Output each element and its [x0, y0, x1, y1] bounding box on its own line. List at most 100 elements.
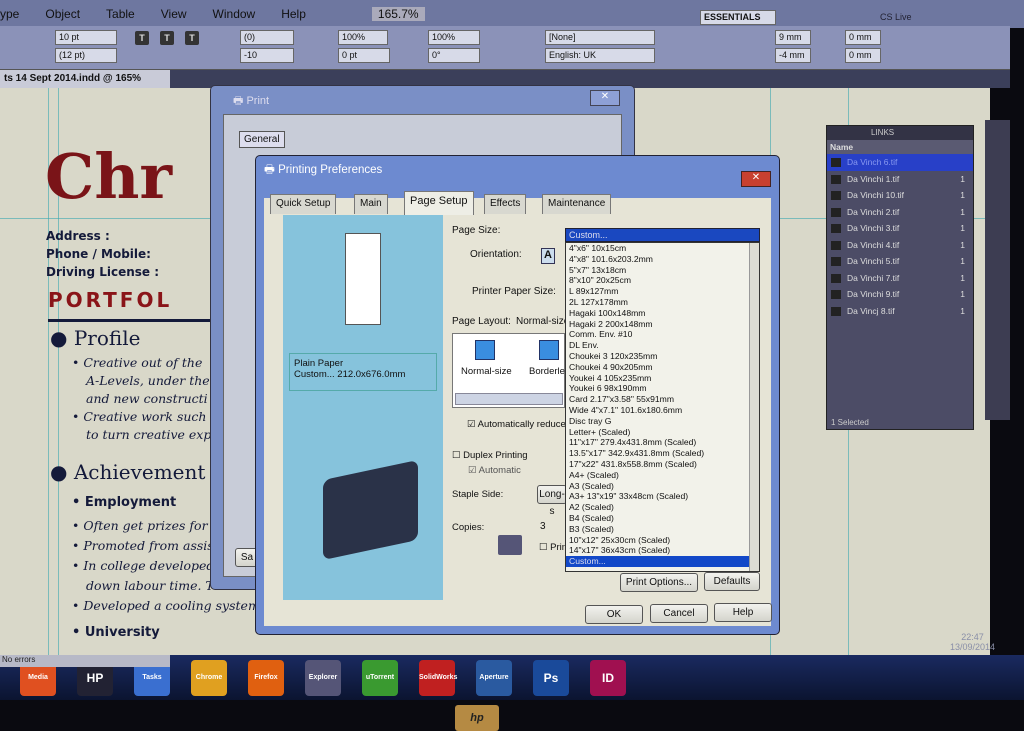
page-size-option[interactable]: Youkei 6 98x190mm [566, 383, 759, 394]
auto-reduce-checkbox[interactable]: ☑ Automatically reduce [467, 419, 566, 430]
workspace-switcher[interactable]: ESSENTIALS [700, 10, 776, 25]
link-row[interactable]: Da Vinch 6.tif [827, 154, 973, 171]
tracking-field[interactable]: -10 [240, 48, 294, 63]
skew-field[interactable]: 0° [428, 48, 480, 63]
links-name-header[interactable]: Name [827, 140, 973, 154]
page-size-option[interactable]: Card 2.17"x3.58" 55x91mm [566, 394, 759, 405]
page-size-option[interactable]: A4+ (Scaled) [566, 470, 759, 481]
portrait-icon[interactable]: A [541, 248, 555, 264]
page-size-option[interactable]: 13.5"x17" 342.9x431.8mm (Scaled) [566, 448, 759, 459]
menu-view[interactable]: View [161, 7, 187, 21]
page-size-option[interactable]: 17"x22" 431.8x558.8mm (Scaled) [566, 459, 759, 470]
tab-quick-setup[interactable]: Quick Setup [270, 194, 337, 214]
preflight-status[interactable]: No errors [0, 655, 170, 667]
page-size-option[interactable]: Letter+ (Scaled) [566, 427, 759, 438]
layout-option-normal[interactable]: Normal-size [461, 366, 512, 377]
page-size-option[interactable]: 14"x17" 36x43cm (Scaled) [566, 545, 759, 556]
page-size-option[interactable]: Hagaki 100x148mm [566, 308, 759, 319]
dropdown-scrollbar[interactable] [749, 243, 759, 571]
link-row[interactable]: Da Vinchi 4.tif 1 [827, 237, 973, 254]
page-size-option[interactable]: Custom... [566, 556, 759, 567]
page-size-select[interactable]: Custom... [565, 228, 760, 242]
taskbar-app-id[interactable]: ID [590, 660, 626, 696]
tab-effects[interactable]: Effects [484, 194, 527, 214]
page-size-option[interactable]: Choukei 4 90x205mm [566, 362, 759, 373]
page-size-option[interactable]: 2L 127x178mm [566, 297, 759, 308]
horizontal-scale-field[interactable]: 100% [428, 30, 480, 45]
page-size-option[interactable]: Disc tray G [566, 416, 759, 427]
system-clock[interactable]: 22:47 13/09/2014 [950, 632, 995, 652]
link-row[interactable]: Da Vinchi 10.tif 1 [827, 187, 973, 204]
page-size-option[interactable]: Wide 4"x7.1" 101.6x180.6mm [566, 405, 759, 416]
close-icon[interactable]: ✕ [590, 90, 620, 106]
page-size-option[interactable]: DL Env. [566, 340, 759, 351]
menu-object[interactable]: Object [45, 7, 80, 21]
page-size-option[interactable]: Hagaki 2 200x148mm [566, 319, 759, 330]
taskbar-app-chrome[interactable]: Chrome [191, 660, 227, 696]
baseline-shift-field[interactable]: 0 pt [338, 48, 390, 63]
page-size-option[interactable]: L 89x127mm [566, 286, 759, 297]
page-size-option[interactable]: A3+ 13"x19" 33x48cm (Scaled) [566, 491, 759, 502]
link-row[interactable]: Da Vinchi 5.tif 1 [827, 253, 973, 270]
staple-side-select[interactable]: Long-s [537, 485, 567, 517]
page-size-option[interactable]: Youkei 4 105x235mm [566, 373, 759, 384]
layout-scrollbar[interactable] [455, 393, 563, 405]
page-size-option[interactable]: 11"x17" 279.4x431.8mm (Scaled) [566, 437, 759, 448]
links-tab[interactable]: LINKS [827, 126, 973, 140]
menu-window[interactable]: Window [213, 7, 256, 21]
document-tab[interactable]: ts 14 Sept 2014.indd @ 165% [0, 70, 170, 88]
normal-size-icon[interactable] [475, 340, 495, 360]
menu-help[interactable]: Help [281, 7, 306, 21]
tab-general[interactable]: General [239, 131, 285, 148]
vertical-scale-field[interactable]: 100% [338, 30, 388, 45]
font-size-field[interactable]: 10 pt [55, 30, 117, 45]
underline-icon[interactable]: T [185, 31, 199, 45]
menu-type[interactable]: ype [0, 7, 19, 21]
leading-field[interactable]: (12 pt) [55, 48, 117, 63]
first-line-indent-field[interactable]: -4 mm [775, 48, 811, 63]
close-icon[interactable]: ✕ [741, 171, 771, 187]
taskbar-app-solidworks[interactable]: SolidWorks [419, 660, 457, 696]
tab-main[interactable]: Main [354, 194, 388, 214]
space-before-field[interactable]: 0 mm [845, 30, 881, 45]
taskbar-app-aperture[interactable]: Aperture [476, 660, 512, 696]
tab-page-setup[interactable]: Page Setup [404, 191, 474, 215]
superscript-icon[interactable]: T [160, 31, 174, 45]
link-row[interactable]: Da Vinchi 1.tif 1 [827, 171, 973, 188]
taskbar-app-ps[interactable]: Ps [533, 660, 569, 696]
page-size-option[interactable]: Comm. Env. #10 [566, 329, 759, 340]
page-size-option[interactable]: A3 (Scaled) [566, 481, 759, 492]
page-size-option[interactable]: 4"x6" 10x15cm [566, 243, 759, 254]
link-row[interactable]: Da Vinchi 7.tif 1 [827, 270, 973, 287]
taskbar-app-utorrent[interactable]: uTorrent [362, 660, 398, 696]
link-row[interactable]: Da Vincj 8.tif 1 [827, 303, 973, 320]
taskbar-app-firefox[interactable]: Firefox [248, 660, 284, 696]
character-style-field[interactable]: [None] [545, 30, 655, 45]
page-size-option[interactable]: B3 (Scaled) [566, 524, 759, 535]
left-indent-field[interactable]: 9 mm [775, 30, 811, 45]
print-options-button[interactable]: Print Options... [620, 573, 698, 592]
borderless-icon[interactable] [539, 340, 559, 360]
menu-table[interactable]: Table [106, 7, 135, 21]
space-after-field[interactable]: 0 mm [845, 48, 881, 63]
automatic-checkbox[interactable]: ☑ Automatic [468, 465, 521, 476]
page-size-option[interactable]: A2 (Scaled) [566, 502, 759, 513]
link-row[interactable]: Da Vinchi 2.tif 1 [827, 204, 973, 221]
taskbar-app-explorer[interactable]: Explorer [305, 660, 341, 696]
language-field[interactable]: English: UK [545, 48, 655, 63]
ok-button[interactable]: OK [585, 605, 643, 624]
kerning-field[interactable]: (0) [240, 30, 294, 45]
copies-field[interactable]: 3 [540, 521, 546, 532]
page-size-option[interactable]: B4 (Scaled) [566, 513, 759, 524]
cs-live[interactable]: CS Live [880, 12, 912, 22]
page-size-option[interactable]: Choukei 3 120x235mm [566, 351, 759, 362]
link-row[interactable]: Da Vinchi 3.tif 1 [827, 220, 973, 237]
defaults-button[interactable]: Defaults [704, 572, 760, 591]
cancel-button[interactable]: Cancel [650, 604, 708, 623]
link-row[interactable]: Da Vinchi 9.tif 1 [827, 286, 973, 303]
page-size-option[interactable]: 8"x10" 20x25cm [566, 275, 759, 286]
page-size-option[interactable]: 5"x7" 13x18cm [566, 265, 759, 276]
page-size-option[interactable]: 10"x12" 25x30cm (Scaled) [566, 535, 759, 546]
duplex-checkbox[interactable]: ☐ Duplex Printing [452, 450, 528, 461]
page-size-option[interactable]: 4"x8" 101.6x203.2mm [566, 254, 759, 265]
